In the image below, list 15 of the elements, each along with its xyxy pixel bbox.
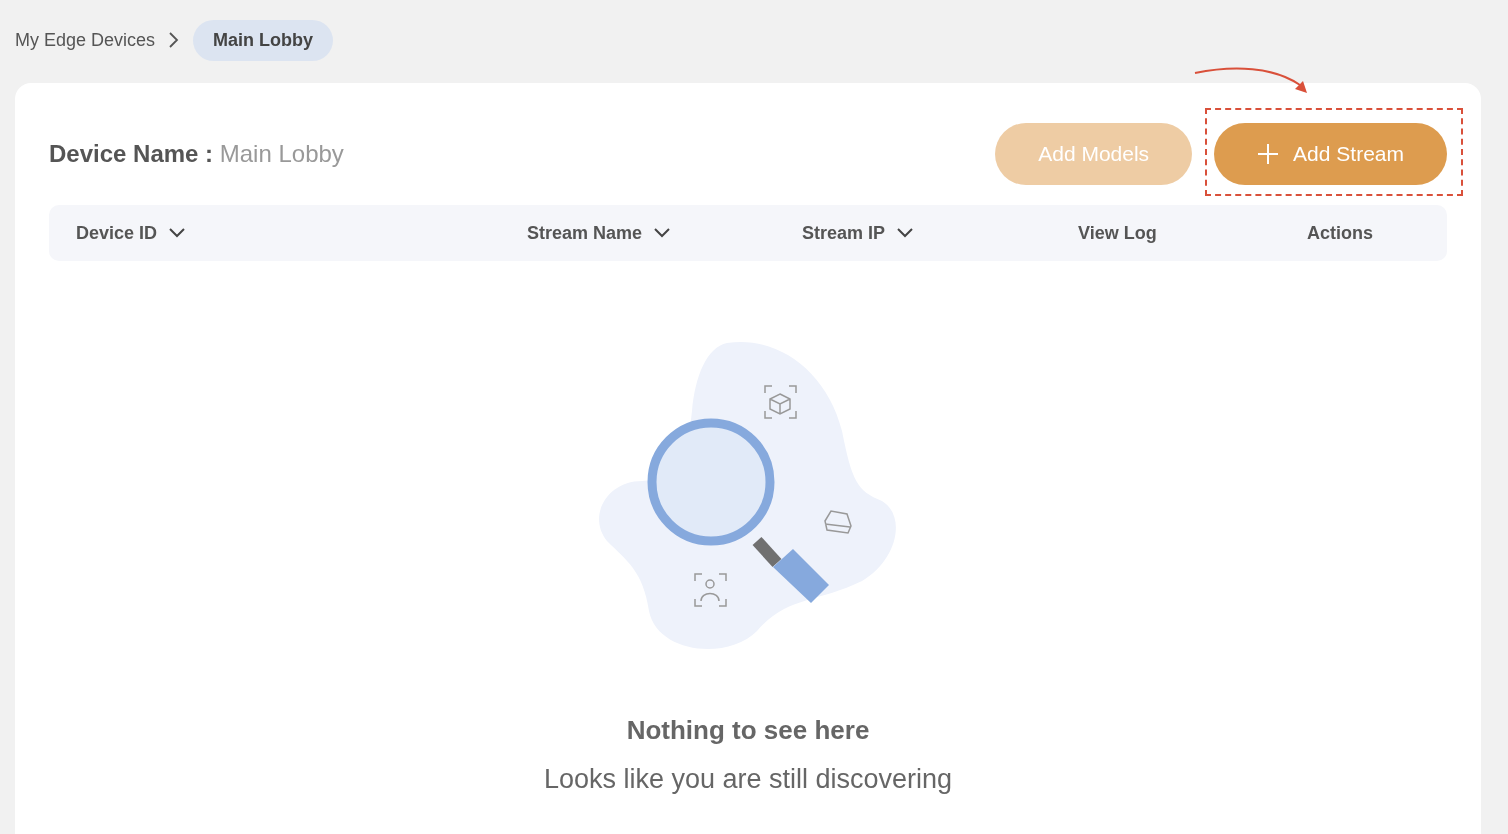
column-header[interactable]: Stream IP	[802, 222, 886, 244]
column-header[interactable]: Stream Name	[527, 222, 643, 244]
chevron-down-icon	[654, 228, 671, 238]
chevron-down-icon	[169, 228, 186, 238]
column-header: View Log	[1078, 222, 1157, 244]
empty-title: Nothing to see here	[626, 715, 870, 746]
breadcrumb-item[interactable]: My Edge Devices	[15, 29, 156, 51]
column-header: Actions	[1307, 222, 1373, 244]
chevron-right-icon	[167, 31, 180, 49]
chevron-down-icon	[897, 228, 914, 238]
breadcrumb-item[interactable]: Main Lobby	[193, 19, 334, 61]
device-name: Device Name : Main Lobby	[49, 140, 344, 168]
plus-icon	[1257, 143, 1280, 165]
empty-subtitle: Looks like you are still discovering	[543, 764, 953, 795]
column-header[interactable]: Device ID	[76, 222, 158, 244]
